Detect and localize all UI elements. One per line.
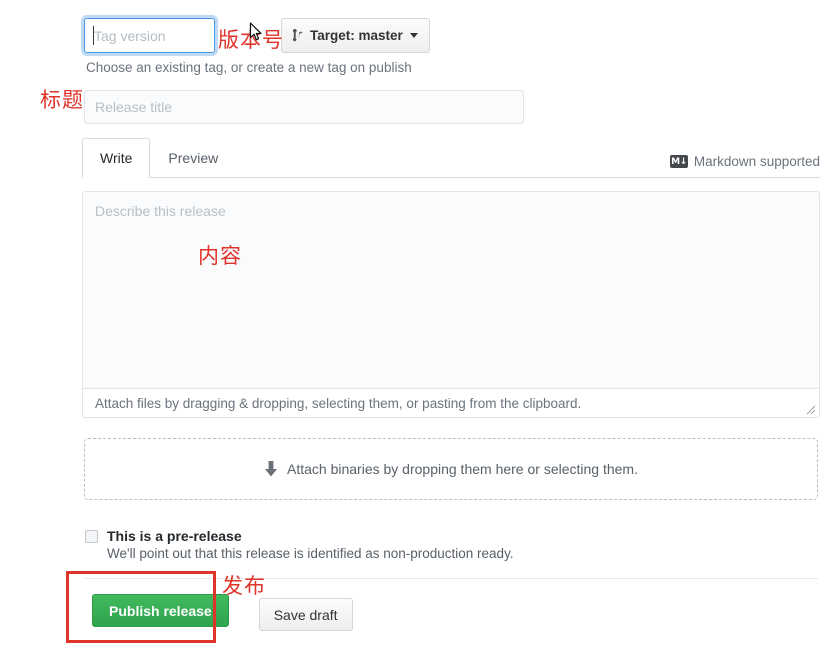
tab-write[interactable]: Write xyxy=(82,138,151,178)
attach-files-note: Attach files by dragging & dropping, sel… xyxy=(82,388,820,418)
markdown-supported-label: Markdown supported xyxy=(693,154,820,169)
footer-divider xyxy=(84,578,818,579)
chevron-down-icon xyxy=(409,33,418,38)
tag-help-text: Choose an existing tag, or create a new … xyxy=(86,60,412,75)
footer-button-row: Publish release Save draft xyxy=(92,594,353,631)
binaries-dropzone[interactable]: Attach binaries by dropping them here or… xyxy=(84,438,818,500)
prerelease-description: We'll point out that this release is ide… xyxy=(107,546,514,561)
publish-release-button[interactable]: Publish release xyxy=(92,594,229,627)
tag-row: Target: master xyxy=(81,15,430,56)
markdown-icon: M↓ xyxy=(669,155,688,168)
download-arrow-icon xyxy=(264,460,278,478)
markdown-supported-note: M↓ Markdown supported xyxy=(669,154,820,169)
release-body-editor: Write Preview M↓ Markdown supported Atta… xyxy=(82,138,820,418)
save-draft-button[interactable]: Save draft xyxy=(258,598,353,631)
target-branch-dropdown[interactable]: Target: master xyxy=(281,18,430,53)
prerelease-checkbox[interactable] xyxy=(85,530,98,543)
release-description-textarea[interactable] xyxy=(82,191,820,389)
target-branch-label: Target: master xyxy=(310,28,403,43)
body-area-wrapper: Attach files by dragging & dropping, sel… xyxy=(82,191,820,418)
tag-input-wrapper xyxy=(81,15,218,56)
text-caret xyxy=(93,26,94,45)
tag-version-input[interactable] xyxy=(81,15,218,56)
git-branch-icon xyxy=(292,28,305,43)
prerelease-label[interactable]: This is a pre-release xyxy=(107,527,242,546)
release-title-input[interactable] xyxy=(84,90,524,124)
annotation-title: 标题 xyxy=(40,88,84,112)
binaries-dropzone-label: Attach binaries by dropping them here or… xyxy=(287,461,638,477)
editor-tabbar: Write Preview M↓ Markdown supported xyxy=(82,138,820,178)
prerelease-row: This is a pre-release xyxy=(85,527,242,546)
tab-preview[interactable]: Preview xyxy=(150,138,236,178)
